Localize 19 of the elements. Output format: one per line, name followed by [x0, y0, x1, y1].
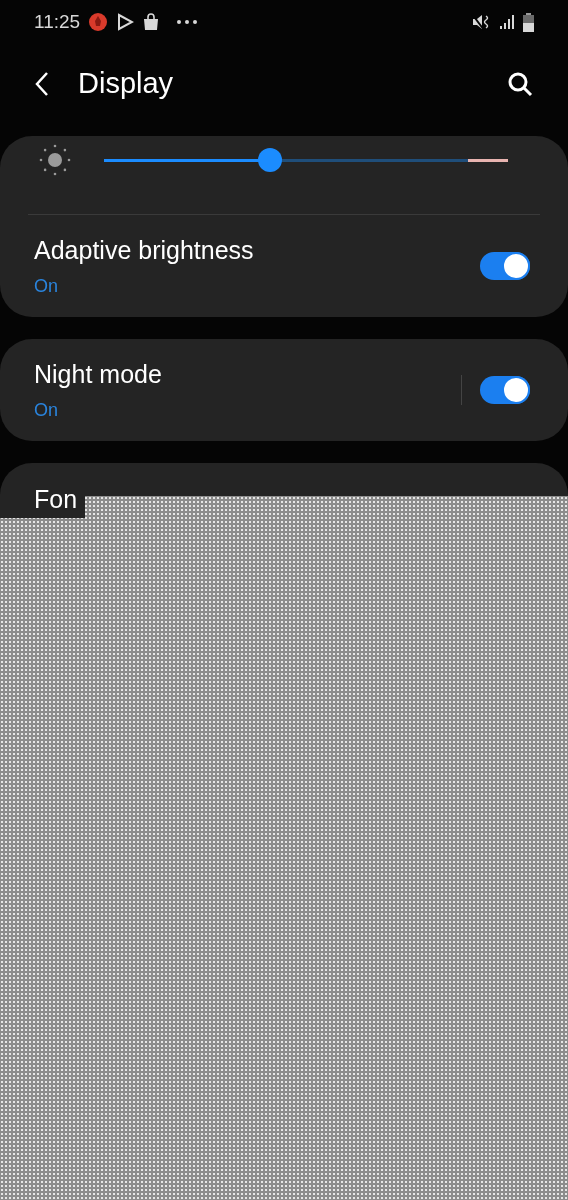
- toggle-switch[interactable]: [480, 252, 530, 280]
- setting-status: On: [34, 275, 59, 299]
- toggle-switch[interactable]: [480, 376, 530, 404]
- setting-status: On: [34, 399, 59, 423]
- flame-app-icon: [88, 12, 109, 32]
- status-time: 11:25: [34, 9, 81, 34]
- brightness-icon: [38, 143, 72, 177]
- brightness-slider[interactable]: [104, 148, 508, 172]
- setting-title: Fon: [34, 487, 79, 512]
- setting-title: Night mode: [34, 358, 163, 390]
- page-title: Display: [78, 66, 174, 102]
- signal-icon: [499, 14, 515, 30]
- battery-icon: [523, 12, 534, 32]
- mute-vibrate-icon: [471, 13, 491, 31]
- setting-title: Adaptive brightness: [34, 234, 255, 266]
- search-button[interactable]: [506, 70, 534, 98]
- shopping-bag-icon: [142, 13, 161, 31]
- play-store-icon: [116, 13, 135, 31]
- more-notifications-icon: [176, 19, 199, 25]
